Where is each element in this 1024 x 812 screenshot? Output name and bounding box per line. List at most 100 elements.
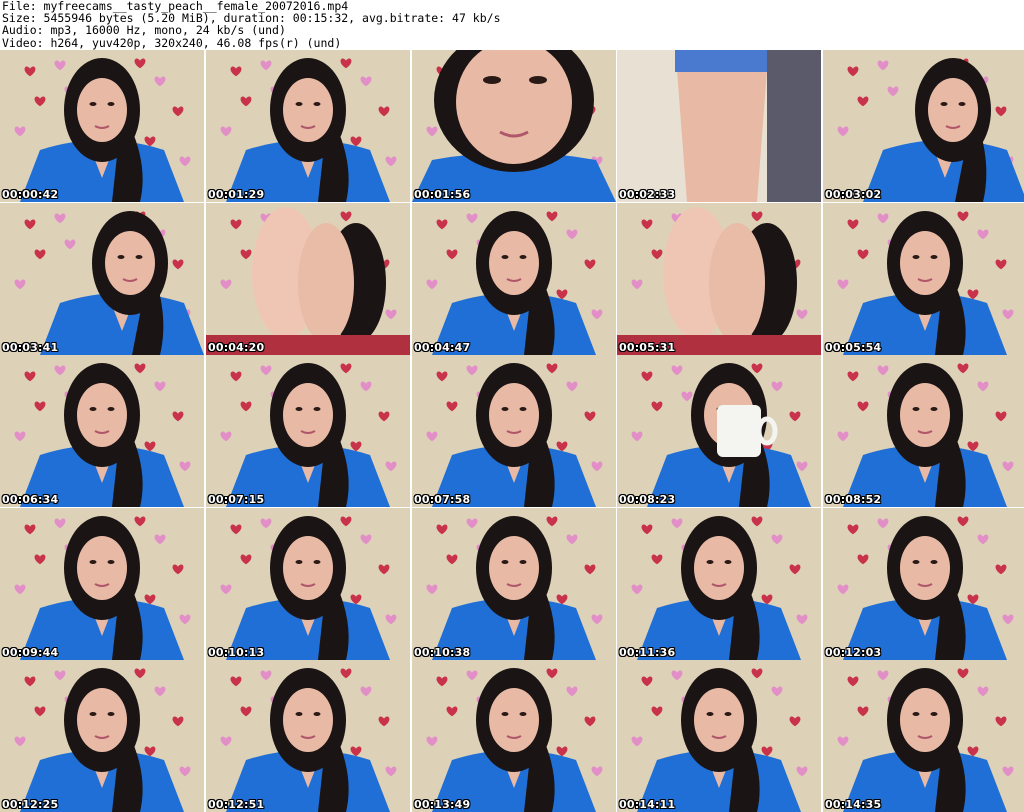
timestamp-label: 00:12:25 <box>2 798 59 811</box>
eye <box>295 407 303 411</box>
eye <box>107 560 115 564</box>
video-thumbnail: 00:04:47 <box>412 203 616 355</box>
timestamp-label: 00:09:44 <box>2 646 59 659</box>
video-thumbnail: 00:13:49 <box>412 660 616 812</box>
timestamp-label: 00:05:31 <box>619 341 676 354</box>
thumbnail-frame <box>206 508 410 660</box>
face <box>283 536 333 600</box>
face <box>900 536 950 600</box>
face <box>900 688 950 752</box>
eye <box>912 255 920 259</box>
timestamp-label: 00:05:54 <box>825 341 882 354</box>
thumbnail-frame <box>617 508 821 660</box>
timestamp-label: 00:10:13 <box>208 646 265 659</box>
video-thumbnail: 00:11:36 <box>617 508 821 660</box>
eye <box>117 255 125 259</box>
thumbnail-frame <box>617 355 821 507</box>
timestamp-label: 00:14:11 <box>619 798 676 811</box>
timestamp-label: 00:06:34 <box>2 493 59 506</box>
timestamp-label: 00:14:35 <box>825 798 882 811</box>
thumbnail-frame <box>823 355 1024 507</box>
thumbnail-frame <box>0 660 204 812</box>
face <box>694 688 744 752</box>
timestamp-label: 00:10:38 <box>414 646 471 659</box>
eye <box>706 712 714 716</box>
video-thumbnail: 00:12:03 <box>823 508 1024 660</box>
timestamp-label: 00:04:47 <box>414 341 471 354</box>
eye <box>501 407 509 411</box>
eye <box>501 560 509 564</box>
eye <box>519 712 527 716</box>
thumbnail-frame <box>823 660 1024 812</box>
face <box>928 78 978 142</box>
thumbnail-frame <box>206 355 410 507</box>
eye <box>519 255 527 259</box>
thumbnail-frame <box>823 203 1024 355</box>
legs <box>677 65 767 202</box>
eye <box>107 407 115 411</box>
video-thumbnail: 00:00:42 <box>0 50 204 202</box>
eye <box>519 560 527 564</box>
eye <box>89 102 97 106</box>
timestamp-label: 00:03:41 <box>2 341 59 354</box>
thumbnail-frame <box>206 50 410 202</box>
video-thumbnail: 00:07:15 <box>206 355 410 507</box>
face <box>489 688 539 752</box>
video-thumbnail: 00:12:25 <box>0 660 204 812</box>
face <box>489 231 539 295</box>
timestamp-label: 00:13:49 <box>414 798 471 811</box>
eye <box>912 712 920 716</box>
timestamp-label: 00:08:23 <box>619 493 676 506</box>
foot-sole <box>298 223 354 343</box>
timestamp-label: 00:07:58 <box>414 493 471 506</box>
thumbnail-frame <box>412 355 616 507</box>
thumbnail-frame <box>0 203 204 355</box>
file-info-header: File: myfreecams__tasty_peach__female_20… <box>2 0 1022 50</box>
video-thumbnail: 00:05:54 <box>823 203 1024 355</box>
eye <box>529 76 547 84</box>
thumbnail-frame <box>412 203 616 355</box>
video-thumbnail: 00:12:51 <box>206 660 410 812</box>
thumbnail-frame <box>412 50 616 202</box>
face <box>900 383 950 447</box>
video-thumbnail: 00:08:52 <box>823 355 1024 507</box>
thumbnail-frame <box>206 660 410 812</box>
face <box>77 383 127 447</box>
mug <box>717 405 761 457</box>
eye <box>724 560 732 564</box>
thumbnail-frame <box>0 50 204 202</box>
timestamp-label: 00:02:33 <box>619 188 676 201</box>
face <box>77 688 127 752</box>
thumbnail-frame <box>206 203 410 355</box>
video-thumbnail: 00:02:33 <box>617 50 821 202</box>
face <box>489 536 539 600</box>
thumbnail-frame <box>823 50 1024 202</box>
eye <box>313 407 321 411</box>
video-thumbnail: 00:08:23 <box>617 355 821 507</box>
timestamp-label: 00:01:56 <box>414 188 471 201</box>
video-thumbnail: 00:01:29 <box>206 50 410 202</box>
eye <box>930 407 938 411</box>
video-thumbnail: 00:09:44 <box>0 508 204 660</box>
eye <box>912 560 920 564</box>
timestamp-label: 00:12:03 <box>825 646 882 659</box>
eye <box>958 102 966 106</box>
eye <box>295 560 303 564</box>
thumbnail-frame <box>0 508 204 660</box>
video-thumbnail: 00:10:38 <box>412 508 616 660</box>
timestamp-label: 00:11:36 <box>619 646 676 659</box>
audio-info-line: Audio: mp3, 16000 Hz, mono, 24 kb/s (und… <box>2 23 286 38</box>
timestamp-label: 00:03:02 <box>825 188 882 201</box>
eye <box>912 407 920 411</box>
eye <box>930 712 938 716</box>
face <box>77 536 127 600</box>
timestamp-label: 00:12:51 <box>208 798 265 811</box>
thumbnail-frame <box>412 508 616 660</box>
eye <box>930 560 938 564</box>
face <box>283 688 333 752</box>
eye <box>313 712 321 716</box>
chair <box>767 50 821 202</box>
timestamp-label: 00:07:15 <box>208 493 265 506</box>
eye <box>483 76 501 84</box>
video-thumbnail: 00:06:34 <box>0 355 204 507</box>
